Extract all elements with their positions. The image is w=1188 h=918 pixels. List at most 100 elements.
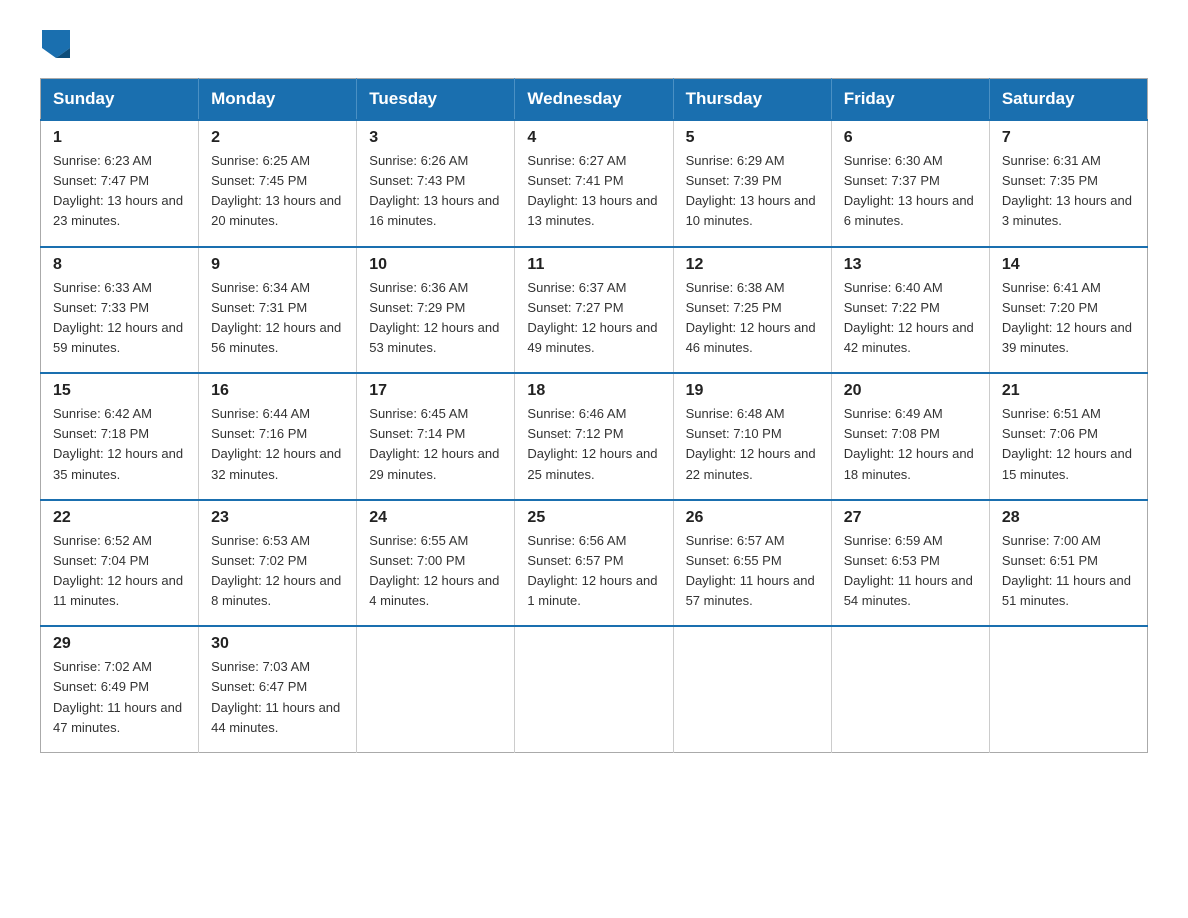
day-number: 24 bbox=[369, 509, 502, 527]
day-detail: Sunrise: 6:55 AMSunset: 7:00 PMDaylight:… bbox=[369, 531, 502, 612]
day-detail: Sunrise: 6:23 AMSunset: 7:47 PMDaylight:… bbox=[53, 151, 186, 232]
day-detail: Sunrise: 6:26 AMSunset: 7:43 PMDaylight:… bbox=[369, 151, 502, 232]
day-detail: Sunrise: 6:46 AMSunset: 7:12 PMDaylight:… bbox=[527, 404, 660, 485]
day-number: 29 bbox=[53, 635, 186, 653]
calendar-table: SundayMondayTuesdayWednesdayThursdayFrid… bbox=[40, 78, 1148, 753]
calendar-cell: 1Sunrise: 6:23 AMSunset: 7:47 PMDaylight… bbox=[41, 120, 199, 247]
day-number: 18 bbox=[527, 382, 660, 400]
day-number: 13 bbox=[844, 256, 977, 274]
day-number: 2 bbox=[211, 129, 344, 147]
weekday-header-thursday: Thursday bbox=[673, 79, 831, 121]
day-detail: Sunrise: 6:33 AMSunset: 7:33 PMDaylight:… bbox=[53, 278, 186, 359]
weekday-header-monday: Monday bbox=[199, 79, 357, 121]
calendar-week-row: 8 Sunrise: 6:33 AMSunset: 7:33 PMDaylight… bbox=[41, 247, 1148, 374]
day-detail: Sunrise: 7:03 AMSunset: 6:47 PMDaylight:… bbox=[211, 657, 344, 738]
calendar-cell: 23Sunrise: 6:53 AMSunset: 7:02 PMDayligh… bbox=[199, 500, 357, 627]
calendar-cell: 11 Sunrise: 6:37 AMSunset: 7:27 PMDayligh… bbox=[515, 247, 673, 374]
calendar-cell: 26 Sunrise: 6:57 AMSunset: 6:55 PMDayligh… bbox=[673, 500, 831, 627]
day-number: 16 bbox=[211, 382, 344, 400]
calendar-cell: 14 Sunrise: 6:41 AMSunset: 7:20 PMDayligh… bbox=[989, 247, 1147, 374]
day-number: 7 bbox=[1002, 129, 1135, 147]
day-detail: Sunrise: 6:36 AMSunset: 7:29 PMDaylight:… bbox=[369, 278, 502, 359]
day-detail: Sunrise: 6:59 AMSunset: 6:53 PMDaylight:… bbox=[844, 531, 977, 612]
calendar-cell: 22 Sunrise: 6:52 AMSunset: 7:04 PMDayligh… bbox=[41, 500, 199, 627]
calendar-cell: 19Sunrise: 6:48 AMSunset: 7:10 PMDayligh… bbox=[673, 373, 831, 500]
page-header bbox=[40, 30, 1148, 58]
day-detail: Sunrise: 7:00 AMSunset: 6:51 PMDaylight:… bbox=[1002, 531, 1135, 612]
day-detail: Sunrise: 6:30 AMSunset: 7:37 PMDaylight:… bbox=[844, 151, 977, 232]
weekday-header-row: SundayMondayTuesdayWednesdayThursdayFrid… bbox=[41, 79, 1148, 121]
day-number: 28 bbox=[1002, 509, 1135, 527]
calendar-week-row: 29 Sunrise: 7:02 AMSunset: 6:49 PMDayligh… bbox=[41, 626, 1148, 752]
day-detail: Sunrise: 6:25 AMSunset: 7:45 PMDaylight:… bbox=[211, 151, 344, 232]
day-detail: Sunrise: 6:41 AMSunset: 7:20 PMDaylight:… bbox=[1002, 278, 1135, 359]
calendar-cell: 17Sunrise: 6:45 AMSunset: 7:14 PMDayligh… bbox=[357, 373, 515, 500]
calendar-cell: 20 Sunrise: 6:49 AMSunset: 7:08 PMDayligh… bbox=[831, 373, 989, 500]
day-detail: Sunrise: 7:02 AMSunset: 6:49 PMDaylight:… bbox=[53, 657, 186, 738]
day-number: 21 bbox=[1002, 382, 1135, 400]
day-detail: Sunrise: 6:52 AMSunset: 7:04 PMDaylight:… bbox=[53, 531, 186, 612]
day-number: 4 bbox=[527, 129, 660, 147]
day-number: 12 bbox=[686, 256, 819, 274]
day-detail: Sunrise: 6:42 AMSunset: 7:18 PMDaylight:… bbox=[53, 404, 186, 485]
calendar-cell: 6 Sunrise: 6:30 AMSunset: 7:37 PMDaylight… bbox=[831, 120, 989, 247]
weekday-header-friday: Friday bbox=[831, 79, 989, 121]
day-detail: Sunrise: 6:49 AMSunset: 7:08 PMDaylight:… bbox=[844, 404, 977, 485]
day-number: 25 bbox=[527, 509, 660, 527]
day-detail: Sunrise: 6:34 AMSunset: 7:31 PMDaylight:… bbox=[211, 278, 344, 359]
calendar-cell: 15 Sunrise: 6:42 AMSunset: 7:18 PMDayligh… bbox=[41, 373, 199, 500]
day-detail: Sunrise: 6:38 AMSunset: 7:25 PMDaylight:… bbox=[686, 278, 819, 359]
weekday-header-sunday: Sunday bbox=[41, 79, 199, 121]
weekday-header-wednesday: Wednesday bbox=[515, 79, 673, 121]
calendar-cell: 3 Sunrise: 6:26 AMSunset: 7:43 PMDaylight… bbox=[357, 120, 515, 247]
calendar-cell: 27 Sunrise: 6:59 AMSunset: 6:53 PMDayligh… bbox=[831, 500, 989, 627]
day-number: 6 bbox=[844, 129, 977, 147]
calendar-cell: 9 Sunrise: 6:34 AMSunset: 7:31 PMDaylight… bbox=[199, 247, 357, 374]
day-number: 14 bbox=[1002, 256, 1135, 274]
calendar-week-row: 22 Sunrise: 6:52 AMSunset: 7:04 PMDayligh… bbox=[41, 500, 1148, 627]
calendar-cell: 24 Sunrise: 6:55 AMSunset: 7:00 PMDayligh… bbox=[357, 500, 515, 627]
calendar-cell: 29 Sunrise: 7:02 AMSunset: 6:49 PMDayligh… bbox=[41, 626, 199, 752]
calendar-cell bbox=[989, 626, 1147, 752]
calendar-cell: 10 Sunrise: 6:36 AMSunset: 7:29 PMDayligh… bbox=[357, 247, 515, 374]
logo-icon bbox=[42, 30, 70, 58]
day-number: 26 bbox=[686, 509, 819, 527]
calendar-cell: 4 Sunrise: 6:27 AMSunset: 7:41 PMDaylight… bbox=[515, 120, 673, 247]
weekday-header-tuesday: Tuesday bbox=[357, 79, 515, 121]
calendar-week-row: 1Sunrise: 6:23 AMSunset: 7:47 PMDaylight… bbox=[41, 120, 1148, 247]
calendar-cell: 2 Sunrise: 6:25 AMSunset: 7:45 PMDaylight… bbox=[199, 120, 357, 247]
day-detail: Sunrise: 6:31 AMSunset: 7:35 PMDaylight:… bbox=[1002, 151, 1135, 232]
day-number: 22 bbox=[53, 509, 186, 527]
calendar-cell bbox=[673, 626, 831, 752]
day-number: 11 bbox=[527, 256, 660, 274]
day-number: 10 bbox=[369, 256, 502, 274]
day-detail: Sunrise: 6:51 AMSunset: 7:06 PMDaylight:… bbox=[1002, 404, 1135, 485]
calendar-cell: 16 Sunrise: 6:44 AMSunset: 7:16 PMDayligh… bbox=[199, 373, 357, 500]
calendar-cell: 25 Sunrise: 6:56 AMSunset: 6:57 PMDayligh… bbox=[515, 500, 673, 627]
day-number: 30 bbox=[211, 635, 344, 653]
calendar-cell: 28 Sunrise: 7:00 AMSunset: 6:51 PMDayligh… bbox=[989, 500, 1147, 627]
weekday-header-saturday: Saturday bbox=[989, 79, 1147, 121]
calendar-cell: 8 Sunrise: 6:33 AMSunset: 7:33 PMDaylight… bbox=[41, 247, 199, 374]
day-detail: Sunrise: 6:57 AMSunset: 6:55 PMDaylight:… bbox=[686, 531, 819, 612]
day-detail: Sunrise: 6:45 AMSunset: 7:14 PMDaylight:… bbox=[369, 404, 502, 485]
calendar-cell: 18 Sunrise: 6:46 AMSunset: 7:12 PMDayligh… bbox=[515, 373, 673, 500]
logo bbox=[40, 30, 70, 58]
calendar-cell: 5Sunrise: 6:29 AMSunset: 7:39 PMDaylight… bbox=[673, 120, 831, 247]
calendar-cell bbox=[357, 626, 515, 752]
calendar-cell: 13 Sunrise: 6:40 AMSunset: 7:22 PMDayligh… bbox=[831, 247, 989, 374]
day-number: 20 bbox=[844, 382, 977, 400]
day-detail: Sunrise: 6:56 AMSunset: 6:57 PMDaylight:… bbox=[527, 531, 660, 612]
day-detail: Sunrise: 6:44 AMSunset: 7:16 PMDaylight:… bbox=[211, 404, 344, 485]
calendar-cell: 21 Sunrise: 6:51 AMSunset: 7:06 PMDayligh… bbox=[989, 373, 1147, 500]
day-number: 8 bbox=[53, 256, 186, 274]
day-number: 3 bbox=[369, 129, 502, 147]
day-number: 15 bbox=[53, 382, 186, 400]
day-number: 5 bbox=[686, 129, 819, 147]
day-number: 27 bbox=[844, 509, 977, 527]
day-detail: Sunrise: 6:40 AMSunset: 7:22 PMDaylight:… bbox=[844, 278, 977, 359]
day-detail: Sunrise: 6:37 AMSunset: 7:27 PMDaylight:… bbox=[527, 278, 660, 359]
day-number: 9 bbox=[211, 256, 344, 274]
calendar-cell: 7 Sunrise: 6:31 AMSunset: 7:35 PMDaylight… bbox=[989, 120, 1147, 247]
day-detail: Sunrise: 6:27 AMSunset: 7:41 PMDaylight:… bbox=[527, 151, 660, 232]
